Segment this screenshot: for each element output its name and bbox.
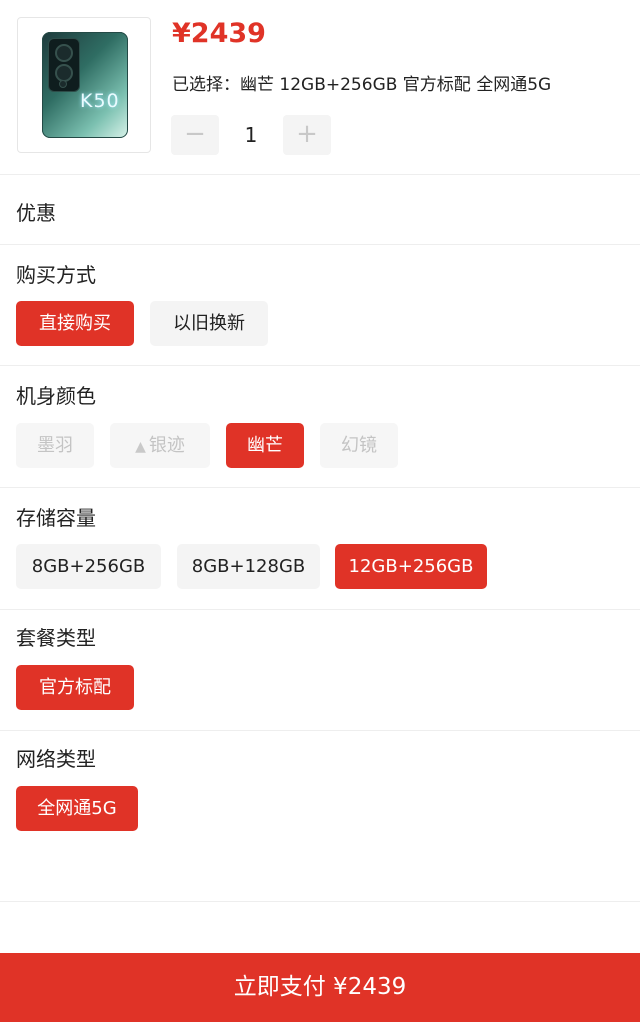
- phone-image: K50: [42, 32, 128, 138]
- option-label: 8GB+128GB: [191, 556, 306, 577]
- network-title: 网络类型: [16, 747, 96, 771]
- option-label: 幽芒: [247, 435, 283, 456]
- option-label: 墨羽: [37, 435, 73, 456]
- body-color-title: 机身颜色: [16, 384, 96, 408]
- color-option-huanjing[interactable]: 幻镜: [320, 423, 398, 468]
- storage-section: 存储容量 8GB+256GB 8GB+128GB 12GB+256GB: [0, 488, 640, 610]
- option-label: 全网通5G: [37, 798, 117, 819]
- quantity-decrease-button[interactable]: −: [171, 115, 219, 155]
- purchase-method-section: 购买方式 直接购买 以旧换新: [0, 245, 640, 366]
- storage-option-8-256[interactable]: 8GB+256GB: [16, 544, 161, 589]
- storage-option-8-128[interactable]: 8GB+128GB: [177, 544, 320, 589]
- storage-title: 存储容量: [16, 506, 96, 530]
- storage-option-12-256[interactable]: 12GB+256GB: [335, 544, 487, 589]
- camera-flash: [59, 80, 67, 88]
- package-section: 套餐类型 官方标配: [0, 610, 640, 731]
- color-option-moyu[interactable]: 墨羽: [16, 423, 94, 468]
- quantity-increase-button[interactable]: +: [283, 115, 331, 155]
- product-thumbnail: K50: [17, 17, 151, 153]
- pay-now-button[interactable]: 立即支付 ¥2439: [0, 953, 640, 1022]
- option-label: 8GB+256GB: [31, 556, 146, 577]
- color-option-yinji[interactable]: ▲ 银迹: [110, 423, 210, 468]
- product-summary: K50 ¥2439 已选择：幽芒 12GB+256GB 官方标配 全网通5G −…: [0, 0, 640, 175]
- option-label: 以旧换新: [173, 313, 245, 334]
- package-title: 套餐类型: [16, 626, 96, 650]
- camera-module: [48, 38, 80, 92]
- purchase-method-title: 购买方式: [16, 263, 96, 287]
- option-label: 银迹: [148, 435, 185, 456]
- discount-title: 优惠: [16, 201, 56, 225]
- package-option-official[interactable]: 官方标配: [16, 665, 134, 710]
- body-color-section: 机身颜色 墨羽 ▲ 银迹 幽芒 幻镜: [0, 366, 640, 488]
- network-section: 网络类型 全网通5G: [0, 731, 640, 851]
- product-price: ¥2439: [172, 18, 266, 49]
- quantity-value[interactable]: 1: [219, 115, 283, 155]
- selected-spec-text: 已选择：幽芒 12GB+256GB 官方标配 全网通5G: [172, 75, 552, 95]
- option-label: 官方标配: [39, 677, 111, 698]
- option-trade-in[interactable]: 以旧换新: [150, 301, 268, 346]
- option-label: 12GB+256GB: [348, 556, 474, 577]
- option-label: 幻镜: [341, 435, 377, 456]
- network-option-5g[interactable]: 全网通5G: [16, 786, 138, 831]
- option-direct-buy[interactable]: 直接购买: [16, 301, 134, 346]
- flame-icon: ▲: [135, 439, 146, 455]
- color-option-youmang[interactable]: 幽芒: [226, 423, 304, 468]
- option-label: 直接购买: [39, 313, 111, 334]
- camera-lens: [55, 44, 73, 62]
- divider: [0, 901, 640, 902]
- discount-section[interactable]: 优惠: [0, 175, 640, 245]
- phone-logo: K50: [80, 90, 120, 112]
